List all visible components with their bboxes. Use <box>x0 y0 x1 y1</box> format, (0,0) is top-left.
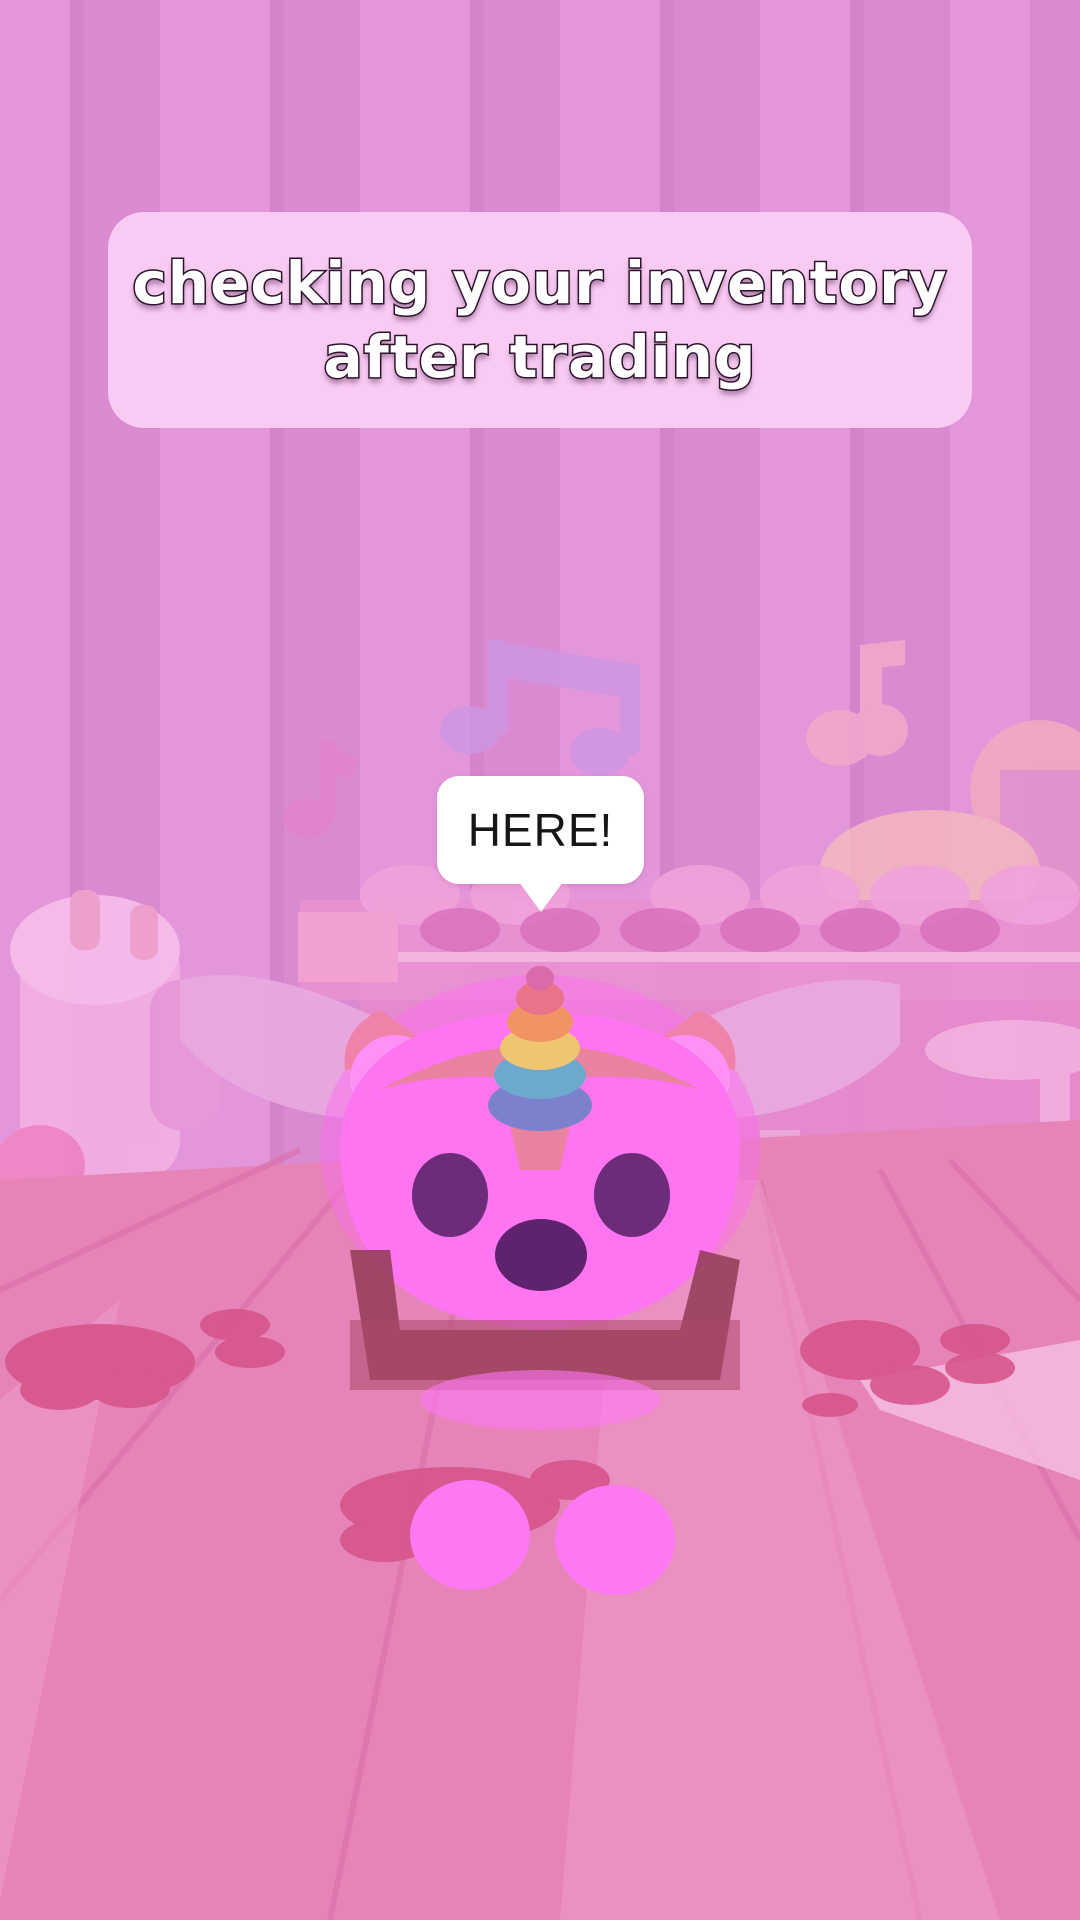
caption-line-2: after trading <box>322 322 757 393</box>
game-scene: checking your inventory after trading HE… <box>0 0 1080 1920</box>
speech-bubble-text: HERE! <box>467 804 614 856</box>
caption-line-1: checking your inventory <box>131 248 948 319</box>
caption-text: checking your inventory after trading <box>130 246 950 394</box>
speech-bubble: HERE! <box>437 776 644 912</box>
caption-banner: checking your inventory after trading <box>108 212 972 428</box>
